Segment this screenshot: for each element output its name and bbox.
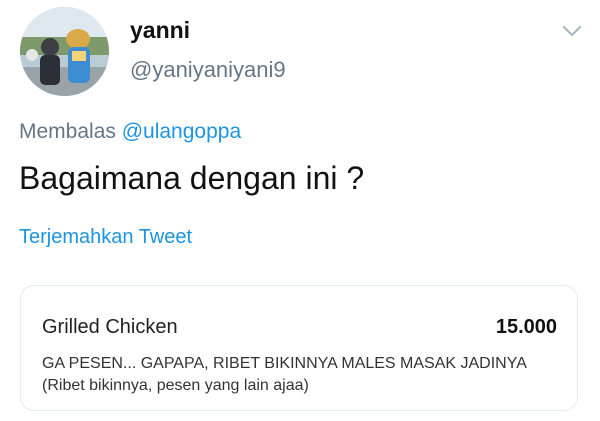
reply-mention-link[interactable]: @ulangoppa xyxy=(122,120,241,143)
avatar-photo xyxy=(20,7,109,96)
order-card: Grilled Chicken 15.000 GA PESEN... GAPAP… xyxy=(20,285,578,411)
chevron-down-icon[interactable] xyxy=(562,24,582,38)
item-price: 15.000 xyxy=(495,316,557,338)
reply-prefix: Membalas xyxy=(19,120,116,143)
user-handle[interactable]: @yaniyaniyani9 xyxy=(130,57,286,83)
translate-tweet-link[interactable]: Terjemahkan Tweet xyxy=(19,226,192,249)
avatar[interactable] xyxy=(20,7,109,96)
item-name: Grilled Chicken xyxy=(42,316,178,338)
tweet: yanni @yaniyaniyani9 Membalas @ulangoppa… xyxy=(0,0,600,421)
tweet-text: Bagaimana dengan ini ? xyxy=(19,160,365,196)
display-name[interactable]: yanni xyxy=(130,17,190,44)
reply-context: Membalas @ulangoppa xyxy=(19,120,241,144)
item-note: GA PESEN... GAPAPA, RIBET BIKINNYA MALES… xyxy=(42,355,527,394)
